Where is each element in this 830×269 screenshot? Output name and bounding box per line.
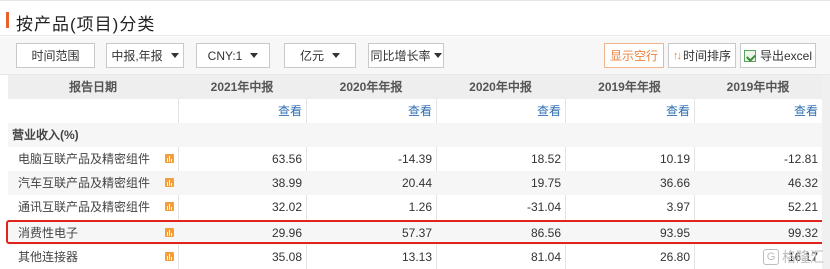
section-row: 营业收入(%)	[8, 123, 822, 147]
table-cell: -12.81	[783, 152, 818, 166]
view-link[interactable]: 查看	[178, 99, 306, 123]
row-label: 电脑互联产品及精密组件	[18, 152, 151, 166]
watermark: G 格隆汇	[763, 247, 824, 267]
sort-icon: ↑↓	[672, 49, 682, 62]
growth-rate-label: 同比增长率	[370, 49, 431, 63]
export-excel-button[interactable]: 导出excel	[740, 43, 816, 68]
chevron-down-icon	[433, 53, 442, 58]
table-cell: -31.04	[526, 200, 561, 214]
chevron-down-icon	[332, 53, 340, 58]
column-header: 2020年中报	[469, 80, 532, 94]
table-cell: 1.26	[408, 200, 432, 214]
chevron-down-icon	[170, 53, 179, 58]
column-header: 2019年年报	[598, 80, 661, 94]
table-row: 汽车互联产品及精密组件 38.99 20.44 19.75 36.66 46.3…	[8, 171, 822, 195]
table-cell: 3.97	[666, 200, 690, 214]
table-cell: 32.02	[271, 200, 302, 214]
row-highlight-box	[6, 220, 826, 244]
currency-label: CNY:1	[207, 48, 243, 63]
chart-icon[interactable]	[165, 154, 174, 163]
table-row: 通讯互联产品及精密组件 32.02 1.26 -31.04 3.97 52.21	[8, 195, 822, 219]
column-header: 2021年中报	[210, 80, 274, 94]
view-link[interactable]: 查看	[306, 99, 436, 123]
currency-dropdown[interactable]: CNY:1	[196, 43, 270, 68]
chevron-down-icon	[250, 53, 259, 58]
chart-icon[interactable]	[165, 252, 174, 261]
growth-rate-dropdown[interactable]: 同比增长率	[368, 43, 444, 68]
toolbar: 时间范围 中报,年报 CNY:1 亿元 同比增长率 显示空行 ↑↓ 时间排序 导…	[0, 37, 830, 75]
table-cell: 13.13	[401, 250, 432, 264]
time-sort-label: 时间排序	[682, 49, 731, 63]
table-cell: 35.08	[271, 250, 302, 264]
title-accent-bar	[6, 12, 9, 28]
chart-icon[interactable]	[165, 202, 174, 211]
unit-dropdown[interactable]: 亿元	[284, 43, 356, 68]
row-label: 其他连接器	[18, 250, 79, 264]
view-link[interactable]: 查看	[436, 99, 565, 123]
watermark-text: 格隆汇	[782, 249, 824, 265]
view-link[interactable]: 查看	[565, 99, 694, 123]
chart-icon[interactable]	[165, 178, 174, 187]
section-label: 营业收入(%)	[12, 128, 79, 142]
vertical-scrollbar[interactable]	[822, 75, 830, 269]
column-header: 2019年中报	[726, 80, 790, 94]
time-range-button[interactable]: 时间范围	[16, 43, 95, 68]
time-sort-button[interactable]: ↑↓ 时间排序	[668, 43, 736, 68]
table-cell: 38.99	[271, 176, 302, 190]
report-type-label: 中报,年报	[111, 49, 163, 63]
table-row: 电脑互联产品及精密组件 63.56 -14.39 18.52 10.19 -12…	[8, 147, 822, 171]
table-cell: 63.56	[271, 152, 302, 166]
table-cell: 52.21	[787, 200, 818, 214]
table-cell: 19.75	[530, 176, 561, 190]
show-empty-rows-button[interactable]: 显示空行	[604, 43, 664, 68]
row-label: 通讯互联产品及精密组件	[18, 200, 151, 214]
table-cell: 36.66	[659, 176, 690, 190]
header-report-date: 报告日期	[68, 80, 117, 94]
table-cell: 18.52	[530, 152, 561, 166]
table-cell: 20.44	[401, 176, 432, 190]
unit-label: 亿元	[299, 49, 324, 63]
row-label: 汽车互联产品及精密组件	[18, 176, 151, 190]
view-links-row: 查看 查看 查看 查看 查看	[8, 99, 822, 123]
export-excel-label: 导出excel	[759, 49, 812, 63]
report-type-dropdown[interactable]: 中报,年报	[106, 43, 184, 68]
excel-icon	[743, 49, 756, 62]
time-range-label: 时间范围	[31, 49, 80, 63]
table-cell: 26.80	[659, 250, 690, 264]
view-link[interactable]: 查看	[694, 99, 822, 123]
show-empty-rows-label: 显示空行	[609, 49, 658, 63]
table-cell: 81.04	[530, 250, 561, 264]
section-title-bar: 按产品(项目)分类	[0, 0, 830, 36]
watermark-logo-icon: G	[763, 249, 779, 265]
column-header: 2020年年报	[339, 80, 403, 94]
table-header-row: 报告日期 2021年中报 2020年年报 2020年中报 2019年年报 201…	[8, 75, 822, 99]
table-cell: 10.19	[659, 152, 690, 166]
table-cell: 46.32	[787, 176, 818, 190]
page-title: 按产品(项目)分类	[16, 15, 156, 34]
table-cell: -14.39	[397, 152, 432, 166]
table-row: 其他连接器 35.08 13.13 81.04 26.80 16.17	[8, 245, 822, 269]
